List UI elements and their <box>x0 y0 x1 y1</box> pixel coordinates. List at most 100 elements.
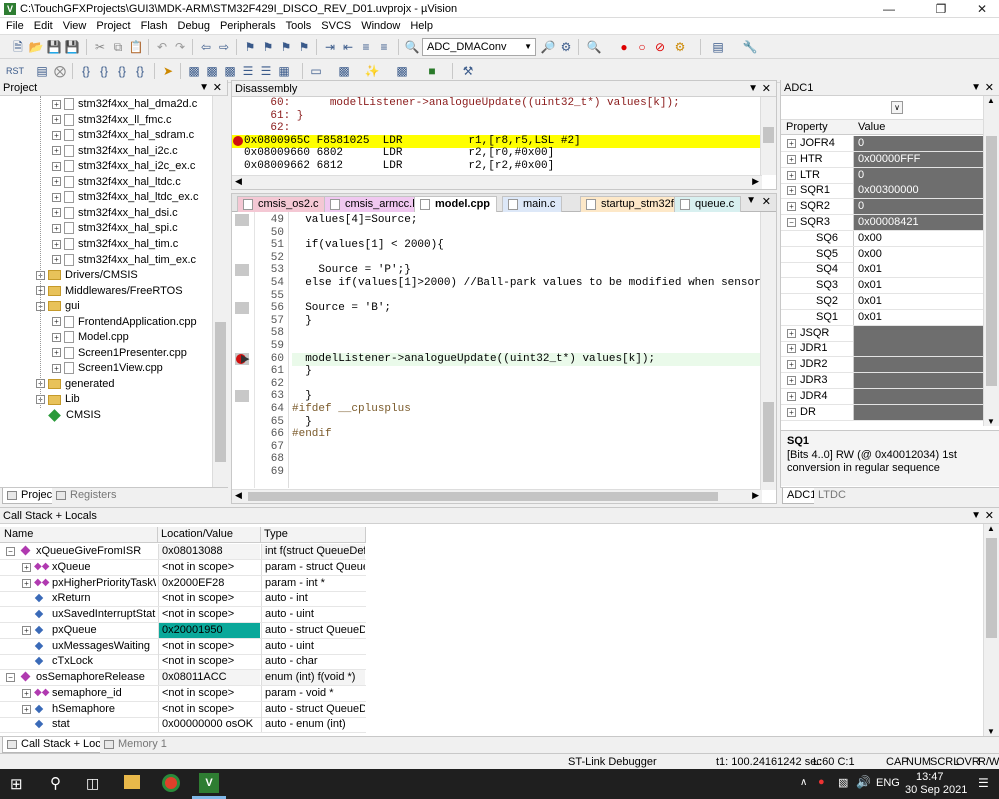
debug-session-icon[interactable]: 🔍 <box>586 39 602 55</box>
callstack-row[interactable]: uxSavedInterruptStatus <not in scope> auto… <box>0 607 366 623</box>
expand-icon[interactable]: + <box>22 704 31 714</box>
trace-window-icon[interactable]: ▩ <box>394 63 410 79</box>
menu-peripherals[interactable]: Peripherals <box>214 18 280 32</box>
code-line[interactable]: } <box>292 365 762 378</box>
pin-icon[interactable]: ▼ <box>748 81 758 97</box>
minimize-icon[interactable]: — <box>873 0 905 18</box>
code-line[interactable]: Source = 'P';} <box>292 264 762 277</box>
callstack-vscroll[interactable]: ▲ ▼ <box>983 524 999 736</box>
uvision-icon[interactable]: V <box>199 773 219 793</box>
callstack-location[interactable]: <not in scope> <box>158 638 260 654</box>
volume-icon[interactable]: 🔊 <box>856 775 871 789</box>
project-tree-item[interactable]: + Middlewares/FreeRTOS <box>36 284 183 299</box>
project-tree-item[interactable]: + stm32f4xx_hal_dsi.c <box>52 206 178 221</box>
registers-window-icon[interactable]: ☰ <box>240 63 256 79</box>
callstack-row[interactable]: stat 0x00000000 osOK auto - enum (int) <box>0 717 366 734</box>
project-tree-item[interactable]: + stm32f4xx_hal_i2c.c <box>52 144 178 159</box>
run-to-cursor-icon[interactable]: {} <box>132 63 148 79</box>
register-value[interactable]: 0x01 <box>853 262 983 278</box>
indent-icon[interactable]: ⇥ <box>322 39 338 55</box>
menu-help[interactable]: Help <box>404 18 437 32</box>
register-row[interactable]: + HTR 0x00000FFF <box>781 151 983 168</box>
prev-bookmark-icon[interactable]: ⚑ <box>260 39 276 55</box>
disasm-asm-line[interactable]: 0x08009660 6802 LDR r2,[r0,#0x00] <box>232 147 760 160</box>
pin-icon[interactable]: ▼ <box>971 80 981 96</box>
clock-time[interactable]: 13:47 <box>916 771 944 783</box>
callstack-row[interactable]: +◆◆pxHigherPriorityTaskW...0x2000EF28par… <box>0 575 366 592</box>
incremental-find-icon[interactable]: ⚙ <box>558 39 574 55</box>
save-icon[interactable]: 💾 <box>46 39 62 55</box>
nav-back-icon[interactable]: ⇦ <box>198 39 214 55</box>
project-tree-item[interactable]: + stm32f4xx_hal_dma2d.c <box>52 97 197 112</box>
register-value[interactable] <box>853 404 983 420</box>
callstack-location[interactable]: 0x08013088 <box>158 544 260 559</box>
code-line[interactable]: if(values[1] < 2000){ <box>292 239 762 252</box>
project-tree-item[interactable]: + Model.cpp <box>52 330 129 345</box>
callstack-row[interactable]: xReturn <not in scope> auto - int <box>0 591 366 608</box>
cut-icon[interactable]: ✂ <box>92 39 108 55</box>
editor-tab[interactable]: cmsis_armcc.h <box>324 196 426 212</box>
redo-icon[interactable]: ↷ <box>172 39 188 55</box>
editor-tab[interactable]: main.c <box>502 196 563 212</box>
expand-icon[interactable]: + <box>52 348 61 358</box>
clear-bookmarks-icon[interactable]: ⚑ <box>296 39 312 55</box>
expand-icon[interactable]: + <box>787 202 796 212</box>
callstack-location[interactable]: <not in scope> <box>158 591 260 607</box>
code-line[interactable]: else if(values[1]>2000) //Ball-park valu… <box>292 277 776 290</box>
project-tree-item[interactable]: + stm32f4xx_ll_fmc.c <box>52 113 172 128</box>
register-value[interactable]: 0x00008421 <box>853 215 983 230</box>
scroll-right-icon[interactable]: ▶ <box>752 176 759 187</box>
scroll-right-icon[interactable]: ▶ <box>752 490 759 501</box>
nav-forward-icon[interactable]: ⇨ <box>216 39 232 55</box>
register-value[interactable] <box>853 341 983 357</box>
callstack-location[interactable]: <not in scope> <box>158 654 260 670</box>
tab-registers[interactable]: Registers <box>52 488 121 504</box>
code-line[interactable]: } <box>292 315 762 328</box>
show-next-statement-icon[interactable]: ➤ <box>160 63 176 79</box>
callstack-location[interactable]: 0x2000EF28 <box>158 575 260 591</box>
callstack-location[interactable]: <not in scope> <box>158 701 260 717</box>
next-bookmark-icon[interactable]: ⚑ <box>278 39 294 55</box>
register-row[interactable]: SQ5 0x00 <box>781 246 983 263</box>
callstack-row[interactable]: + hSemaphore <not in scope> auto - struct Q… <box>0 701 366 718</box>
notifications-icon[interactable]: ☰ <box>978 776 989 790</box>
project-tree-item[interactable]: + stm32f4xx_hal_sdram.c <box>52 128 194 143</box>
expand-icon[interactable]: + <box>52 363 61 373</box>
register-row[interactable]: SQ6 0x00 <box>781 230 983 247</box>
expand-icon[interactable]: + <box>52 192 61 202</box>
expand-icon[interactable]: + <box>787 154 796 164</box>
project-tree-item[interactable]: + stm32f4xx_hal_tim.c <box>52 237 178 252</box>
menu-edit[interactable]: Edit <box>28 18 57 32</box>
bookmark-icon[interactable]: ⚑ <box>242 39 258 55</box>
disasm-asm-line[interactable]: 0x0800965C F8581025 LDR r1,[r8,r5,LSL #2… <box>232 134 760 148</box>
disasm-vscroll[interactable] <box>760 97 776 175</box>
expand-icon[interactable]: + <box>787 186 796 196</box>
register-row[interactable]: + JOFR4 0 <box>781 136 983 152</box>
disasm-asm-line[interactable]: 0x08009662 6812 LDR r2,[r2,#0x00] <box>232 160 760 173</box>
register-row[interactable]: SQ4 0x01 <box>781 262 983 279</box>
chevron-up-icon[interactable]: ∧ <box>800 777 807 788</box>
register-value[interactable]: 0 <box>853 136 983 151</box>
chrome-icon[interactable] <box>162 774 180 792</box>
expand-icon[interactable]: + <box>22 688 31 698</box>
expand-icon[interactable]: + <box>52 115 61 125</box>
expand-icon[interactable]: + <box>787 376 796 385</box>
editor-vscroll[interactable] <box>760 212 776 490</box>
task-view-icon[interactable]: ◫ <box>86 775 99 792</box>
code-line[interactable]: #ifdef __cplusplus <box>292 403 762 416</box>
tab-list-icon[interactable]: ▼ <box>746 195 756 206</box>
register-value[interactable] <box>853 388 983 404</box>
file-explorer-icon[interactable] <box>124 775 140 789</box>
project-tree-item[interactable]: + generated <box>36 377 115 392</box>
expand-icon[interactable]: + <box>52 317 61 327</box>
step-into-icon[interactable]: {} <box>78 63 94 79</box>
uncomment-icon[interactable]: ≡ <box>376 39 392 55</box>
expand-icon[interactable]: − <box>6 547 15 556</box>
target-combo[interactable]: ADC_DMAConv ▼ <box>422 38 536 56</box>
close-icon[interactable]: ✕ <box>213 80 222 96</box>
register-row[interactable]: + JDR4 <box>781 388 983 405</box>
clock-date[interactable]: 30 Sep 2021 <box>905 784 967 796</box>
expand-icon[interactable]: + <box>52 146 61 156</box>
breakpoint-icon[interactable]: ● <box>616 39 632 55</box>
scroll-left-icon[interactable]: ◀ <box>235 176 242 187</box>
